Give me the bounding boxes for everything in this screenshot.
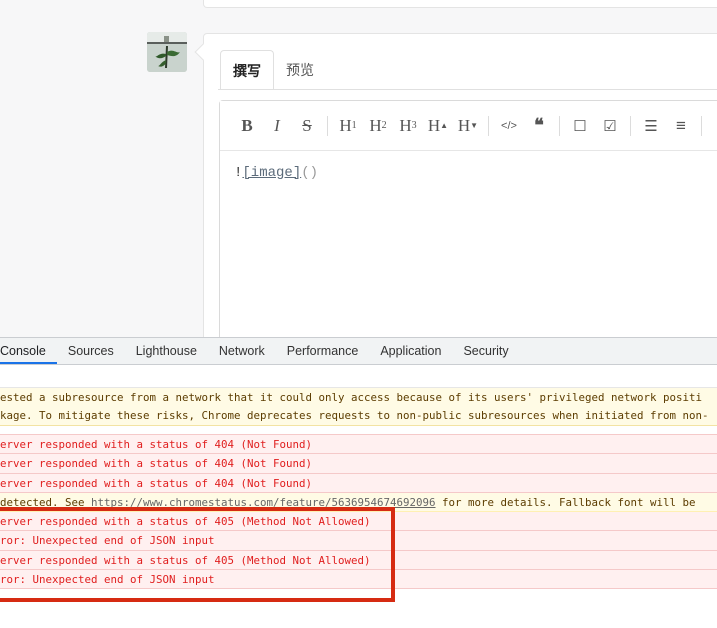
italic-icon[interactable]: I <box>262 111 292 141</box>
checkbox-checked-icon[interactable]: ☑ <box>595 111 625 141</box>
warning-text: for more details. Fallback font will be <box>435 495 696 509</box>
plant-avatar-icon <box>147 32 187 72</box>
tab-performance[interactable]: Performance <box>276 338 370 364</box>
bold-icon[interactable]: B <box>232 111 262 141</box>
image-alt-text: [image] <box>242 165 302 181</box>
heading-letter: H <box>457 115 471 135</box>
heading-level: 3 <box>411 119 417 131</box>
toolbar-separator <box>488 115 489 136</box>
toolbar-separator <box>559 115 560 136</box>
heading-level: 1 <box>351 119 357 131</box>
heading-letter: H <box>339 115 352 135</box>
warning-line: ested a subresource from a network that … <box>0 391 703 404</box>
heading-letter: H <box>427 115 441 135</box>
previous-comment-card <box>203 0 717 8</box>
toolbar-separator <box>327 115 328 136</box>
heading-1-icon[interactable]: H1 <box>333 111 363 141</box>
heading-level: ▲ <box>440 120 449 130</box>
heading-letter: H <box>369 115 382 135</box>
heading-3-icon[interactable]: H3 <box>393 111 423 141</box>
tab-security[interactable]: Security <box>452 338 519 364</box>
quote-icon[interactable]: ❝ <box>524 111 554 141</box>
tab-sources[interactable]: Sources <box>57 338 125 364</box>
heading-letter: H <box>399 115 412 135</box>
tab-console[interactable]: Console <box>0 338 57 364</box>
tab-write[interactable]: 撰写 <box>220 50 274 90</box>
markdown-editor: B I S H1 H2 H3 H▲ H▼ </> ❝ ☐ ☑ ☰ ≡ ![i <box>219 100 717 350</box>
code-icon[interactable]: </> <box>494 111 524 141</box>
image-url-parens: () <box>301 165 319 181</box>
numbered-list-icon[interactable]: ≡ <box>666 111 696 141</box>
devtools-tab-bar: Console Sources Lighthouse Network Perfo… <box>0 338 717 365</box>
strikethrough-icon[interactable]: S <box>292 111 322 141</box>
tabs-divider <box>218 89 717 90</box>
console-divider <box>0 426 717 435</box>
tab-preview[interactable]: 预览 <box>274 50 326 90</box>
annotation-highlight-box <box>0 507 395 602</box>
tab-lighthouse[interactable]: Lighthouse <box>125 338 208 364</box>
heading-level: ▼ <box>470 120 479 130</box>
console-error[interactable]: erver responded with a status of 404 (No… <box>0 454 717 474</box>
editor-toolbar: B I S H1 H2 H3 H ▲ H ▼ </> ❝ ☐ ☑ ☰ ≡ <box>220 101 717 151</box>
console-error[interactable]: erver responded with a status of 404 (No… <box>0 473 717 493</box>
avatar[interactable] <box>147 32 187 72</box>
editor-tabs: 撰写 预览 <box>220 50 326 90</box>
toolbar-separator <box>701 115 702 136</box>
page-background: 撰写 预览 B I S H1 H2 H3 H ▲ H ▼ </> ❝ ☐ ☑ ☰… <box>0 0 717 350</box>
checkbox-empty-icon[interactable]: ☐ <box>565 111 595 141</box>
console-toolbar-area <box>0 365 717 388</box>
editor-textarea[interactable]: ![image]() <box>220 151 717 195</box>
toolbar-separator <box>630 115 631 136</box>
heading-increase-icon[interactable]: H ▲ <box>423 111 453 141</box>
console-warning[interactable]: ested a subresource from a network that … <box>0 388 717 426</box>
warning-line: kage. To mitigate these risks, Chrome de… <box>0 408 709 422</box>
tab-network[interactable]: Network <box>208 338 276 364</box>
heading-decrease-icon[interactable]: H ▼ <box>453 111 483 141</box>
console-error[interactable]: erver responded with a status of 404 (No… <box>0 435 717 455</box>
tab-application[interactable]: Application <box>369 338 452 364</box>
heading-2-icon[interactable]: H2 <box>363 111 393 141</box>
card-arrow <box>194 43 212 61</box>
comment-editor-card: 撰写 预览 B I S H1 H2 H3 H ▲ H ▼ </> ❝ ☐ ☑ ☰… <box>194 33 717 350</box>
heading-level: 2 <box>381 119 387 131</box>
bullet-list-icon[interactable]: ☰ <box>636 111 666 141</box>
